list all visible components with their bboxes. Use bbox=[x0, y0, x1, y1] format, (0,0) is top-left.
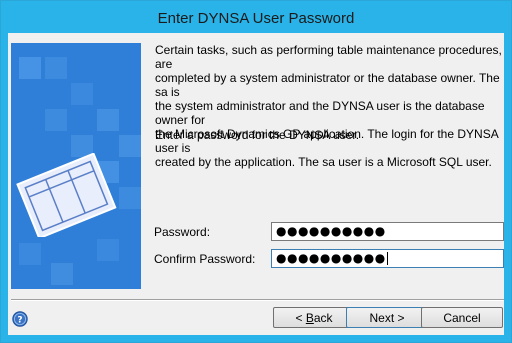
window-title: Enter DYNSA User Password bbox=[157, 9, 355, 27]
panel-tile bbox=[19, 57, 41, 79]
next-button[interactable]: Next > bbox=[346, 307, 428, 328]
panel-tile bbox=[45, 57, 67, 79]
panel-tile bbox=[97, 239, 119, 261]
confirm-password-label: Confirm Password: bbox=[154, 252, 256, 266]
dialog-window: Enter DYNSA User Password Certain tasks,… bbox=[0, 0, 512, 343]
back-button-prefix: < bbox=[295, 310, 306, 325]
password-prompt: Enter a password for the DYNSA user. bbox=[155, 128, 360, 142]
text-caret bbox=[386, 252, 388, 265]
help-icon[interactable]: ? bbox=[12, 311, 28, 327]
panel-tile bbox=[119, 187, 141, 209]
panel-tile bbox=[45, 109, 67, 131]
cancel-button[interactable]: Cancel bbox=[421, 307, 503, 328]
footer-separator bbox=[11, 299, 504, 301]
panel-tile bbox=[97, 109, 119, 131]
password-value: ●●●●●●●●●● bbox=[276, 224, 386, 238]
title-bar[interactable]: Enter DYNSA User Password bbox=[1, 1, 511, 33]
back-button-accelerator: B bbox=[305, 310, 314, 325]
description-line: completed by a system administrator or t… bbox=[155, 71, 500, 99]
panel-tile bbox=[119, 135, 141, 157]
description-line: the system administrator and the DYNSA u… bbox=[155, 99, 485, 127]
panel-tile bbox=[51, 263, 73, 285]
panel-tile bbox=[71, 83, 93, 105]
confirm-password-field[interactable]: ●●●●●●●●●● bbox=[271, 249, 504, 268]
confirm-password-value: ●●●●●●●●●● bbox=[276, 251, 386, 265]
wizard-side-panel bbox=[11, 43, 141, 289]
back-button[interactable]: < Back bbox=[273, 307, 355, 328]
description-text: Certain tasks, such as performing table … bbox=[155, 43, 503, 169]
dialog-body: Certain tasks, such as performing table … bbox=[8, 33, 504, 335]
document-illustration-icon bbox=[16, 153, 117, 237]
password-field[interactable]: ●●●●●●●●●● bbox=[271, 222, 504, 241]
description-line: Certain tasks, such as performing table … bbox=[155, 43, 502, 71]
panel-tile bbox=[19, 243, 41, 265]
password-label: Password: bbox=[154, 225, 211, 239]
svg-text:?: ? bbox=[17, 316, 22, 326]
back-button-label: ack bbox=[313, 310, 333, 325]
description-line: created by the application. The sa user … bbox=[155, 155, 492, 169]
